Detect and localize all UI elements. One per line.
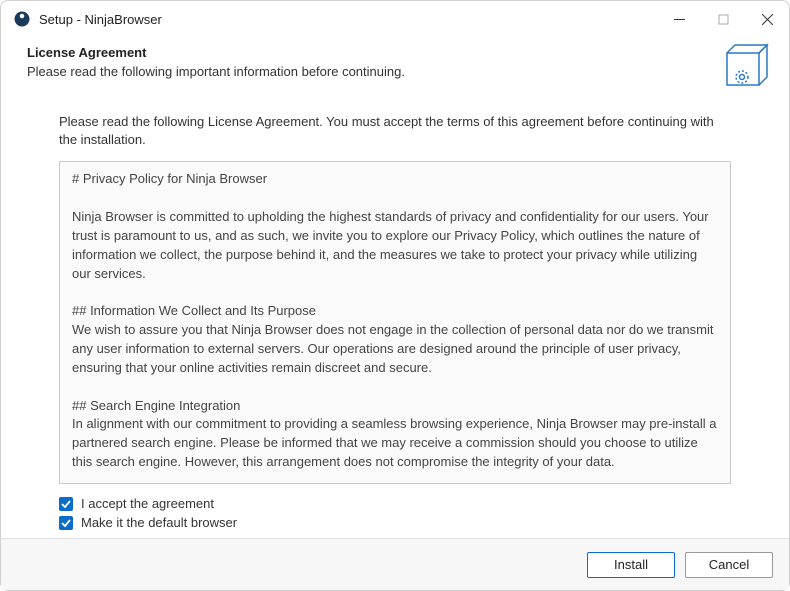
default-browser-checkbox-row[interactable]: Make it the default browser <box>59 513 731 532</box>
header: License Agreement Please read the follow… <box>1 37 789 93</box>
titlebar: Setup - NinjaBrowser <box>1 1 789 37</box>
window-controls <box>657 1 789 37</box>
content-area: Please read the following License Agreem… <box>1 93 789 538</box>
checkbox-group: I accept the agreement Make it the defau… <box>59 494 731 532</box>
default-browser-label: Make it the default browser <box>81 515 237 530</box>
page-title: License Agreement <box>27 45 707 60</box>
maximize-button[interactable] <box>701 1 745 37</box>
page-subtitle: Please read the following important info… <box>27 64 707 79</box>
cancel-button[interactable]: Cancel <box>685 552 773 578</box>
accept-agreement-label: I accept the agreement <box>81 496 214 511</box>
accept-agreement-checkbox-row[interactable]: I accept the agreement <box>59 494 731 513</box>
minimize-button[interactable] <box>657 1 701 37</box>
window-title: Setup - NinjaBrowser <box>39 12 657 27</box>
footer: Install Cancel <box>1 538 789 590</box>
close-button[interactable] <box>745 1 789 37</box>
package-icon <box>717 41 769 93</box>
checkmark-icon <box>59 516 73 530</box>
license-textarea[interactable]: # Privacy Policy for Ninja Browser Ninja… <box>59 161 731 484</box>
install-button[interactable]: Install <box>587 552 675 578</box>
instruction-text: Please read the following License Agreem… <box>59 113 731 149</box>
app-icon <box>13 10 31 28</box>
checkmark-icon <box>59 497 73 511</box>
